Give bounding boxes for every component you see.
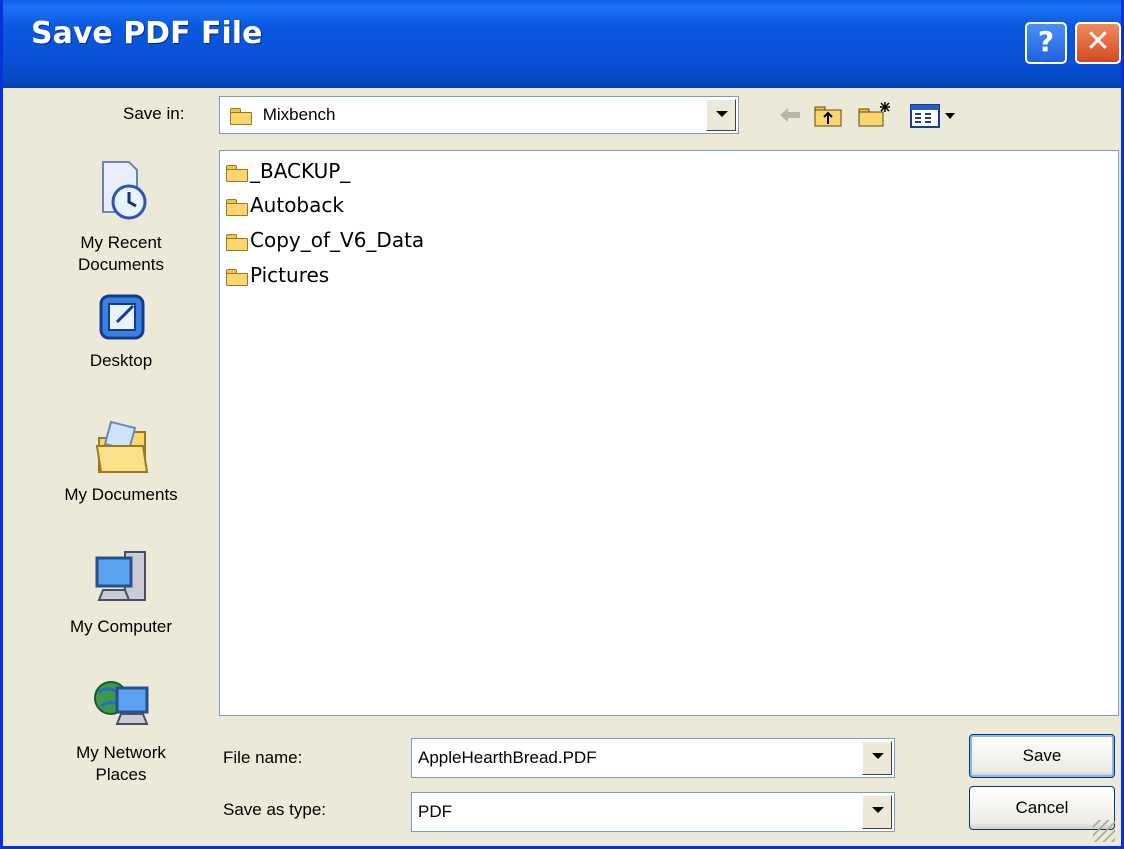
save-button[interactable]: Save bbox=[969, 734, 1115, 778]
list-item[interactable]: Copy_of_V6_Data bbox=[226, 228, 424, 252]
network-places-icon bbox=[94, 681, 149, 725]
place-desktop[interactable]: Desktop bbox=[43, 292, 199, 372]
save-as-type-label: Save as type: bbox=[223, 800, 327, 819]
chevron-down-icon[interactable] bbox=[706, 99, 736, 131]
my-documents-icon bbox=[95, 420, 149, 473]
create-new-folder-icon[interactable] bbox=[855, 98, 895, 132]
chevron-down-icon[interactable] bbox=[862, 741, 892, 775]
my-computer-icon bbox=[95, 551, 146, 601]
file-name: Copy_of_V6_Data bbox=[250, 228, 425, 252]
save-as-type-dropdown[interactable]: PDF bbox=[411, 792, 895, 832]
file-name-input[interactable]: AppleHearthBread.PDF bbox=[411, 738, 895, 778]
folder-icon bbox=[226, 198, 248, 216]
close-button[interactable]: ✕ bbox=[1075, 22, 1121, 64]
help-icon: ? bbox=[1037, 25, 1055, 58]
save-in-label: Save in: bbox=[123, 104, 185, 123]
folder-icon bbox=[230, 107, 252, 125]
folder-icon bbox=[226, 164, 248, 182]
place-label: My Documents bbox=[64, 485, 178, 504]
up-one-level-icon[interactable] bbox=[811, 98, 845, 132]
file-name-value: AppleHearthBread.PDF bbox=[418, 748, 597, 767]
back-arrow-icon[interactable] bbox=[777, 98, 803, 132]
help-button[interactable]: ? bbox=[1025, 22, 1067, 64]
window-title: Save PDF File bbox=[31, 16, 263, 51]
folder-icon bbox=[226, 268, 248, 286]
title-bar[interactable]: Save PDF File ? ✕ bbox=[3, 0, 1121, 88]
list-item[interactable]: Pictures bbox=[226, 263, 329, 287]
folder-icon bbox=[226, 233, 248, 251]
close-icon: ✕ bbox=[1085, 24, 1111, 59]
file-name: _BACKUP_ bbox=[250, 159, 351, 183]
place-my-computer[interactable]: My Computer bbox=[43, 546, 199, 638]
save-as-type-value: PDF bbox=[418, 802, 452, 821]
file-name: Pictures bbox=[250, 263, 330, 287]
view-menu-icon[interactable] bbox=[907, 98, 961, 132]
list-item[interactable]: Autoback bbox=[226, 193, 344, 217]
place-label: My Computer bbox=[69, 617, 173, 636]
list-item[interactable]: _BACKUP_ bbox=[226, 159, 350, 183]
place-label: My Network bbox=[76, 743, 166, 762]
file-name-label: File name: bbox=[223, 748, 303, 767]
place-my-documents[interactable]: My Documents bbox=[43, 416, 199, 506]
place-label: Documents bbox=[78, 255, 164, 274]
place-label: My Recent bbox=[80, 233, 162, 252]
chevron-down-icon[interactable] bbox=[862, 795, 892, 829]
place-my-network-places[interactable]: My Network Places bbox=[43, 674, 199, 786]
recent-documents-icon bbox=[102, 161, 147, 220]
resize-grip[interactable] bbox=[1093, 820, 1115, 842]
save-in-dropdown[interactable]: Mixbench bbox=[219, 96, 739, 134]
place-my-recent-documents[interactable]: My Recent Documents bbox=[43, 156, 199, 276]
place-label: Places bbox=[95, 765, 147, 784]
desktop-icon bbox=[99, 294, 145, 340]
file-list[interactable]: _BACKUP_ Autoback Copy_of_V6_Data Pictur… bbox=[219, 150, 1119, 716]
place-label: Desktop bbox=[89, 351, 153, 370]
save-in-value: Mixbench bbox=[262, 105, 336, 124]
save-dialog: Save PDF File ? ✕ Save in: Mixbench My R… bbox=[0, 0, 1124, 849]
file-name: Autoback bbox=[250, 193, 344, 217]
